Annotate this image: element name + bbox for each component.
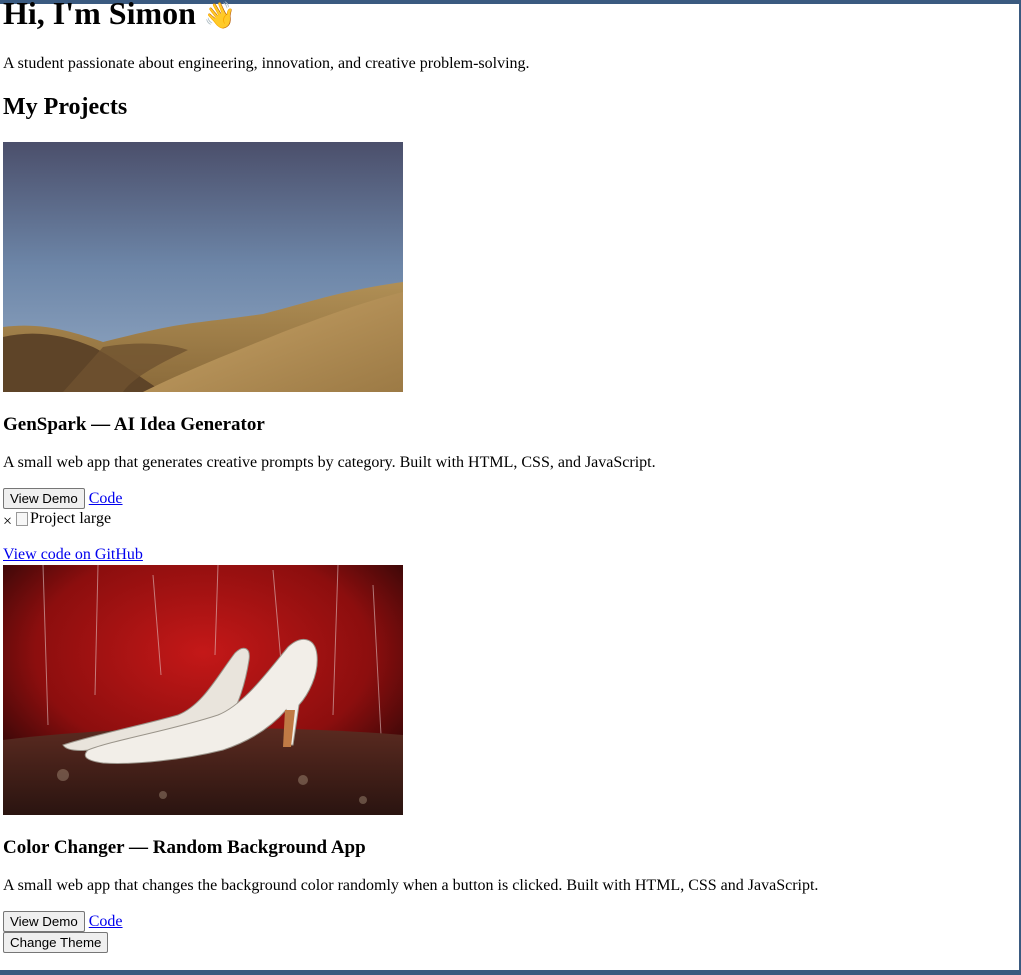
project-description: A small web app that changes the backgro… [3, 877, 819, 894]
project-large-image-alt: Project large [30, 510, 112, 527]
hero-intro: A student passionate about engineering, … [3, 55, 530, 72]
code-link[interactable]: Code [89, 913, 123, 930]
project-title: Color Changer — Random Background App [3, 837, 366, 858]
project-modal: × Project large [3, 509, 1013, 530]
project-description: A small web app that generates creative … [3, 454, 656, 471]
project-card-genspark: GenSpark — AI Idea Generator A small web… [3, 142, 1013, 565]
broken-image-icon [16, 512, 29, 526]
theme-controls: Change Theme [3, 932, 1013, 953]
view-demo-button[interactable]: View Demo [3, 488, 85, 509]
change-theme-button[interactable]: Change Theme [3, 932, 109, 953]
projects-heading: My Projects [3, 94, 128, 120]
modal-close-icon[interactable]: × [3, 513, 12, 530]
view-demo-button[interactable]: View Demo [3, 911, 85, 932]
project-actions: View Demo Code [3, 488, 1013, 509]
project-image-shoes[interactable] [3, 565, 403, 815]
project-title: GenSpark — AI Idea Generator [3, 414, 265, 435]
hero-title-text: Hi, I'm Simon [3, 0, 196, 31]
github-link[interactable]: View code on GitHub [3, 545, 1013, 565]
project-actions: View Demo Code [3, 911, 1013, 932]
project-card-color-changer: Color Changer — Random Background App A … [3, 565, 1013, 932]
waving-hand-icon: 👋 [203, 1, 237, 31]
project-image-hills[interactable] [3, 142, 403, 392]
hero-title: Hi, I'm Simon 👋 [3, 0, 1013, 35]
page-content: Hi, I'm Simon 👋 A student passionate abou… [3, 0, 1013, 953]
window-bottom-border [0, 970, 1021, 975]
code-link[interactable]: Code [89, 490, 123, 507]
project-large-image: Project large [16, 509, 111, 529]
